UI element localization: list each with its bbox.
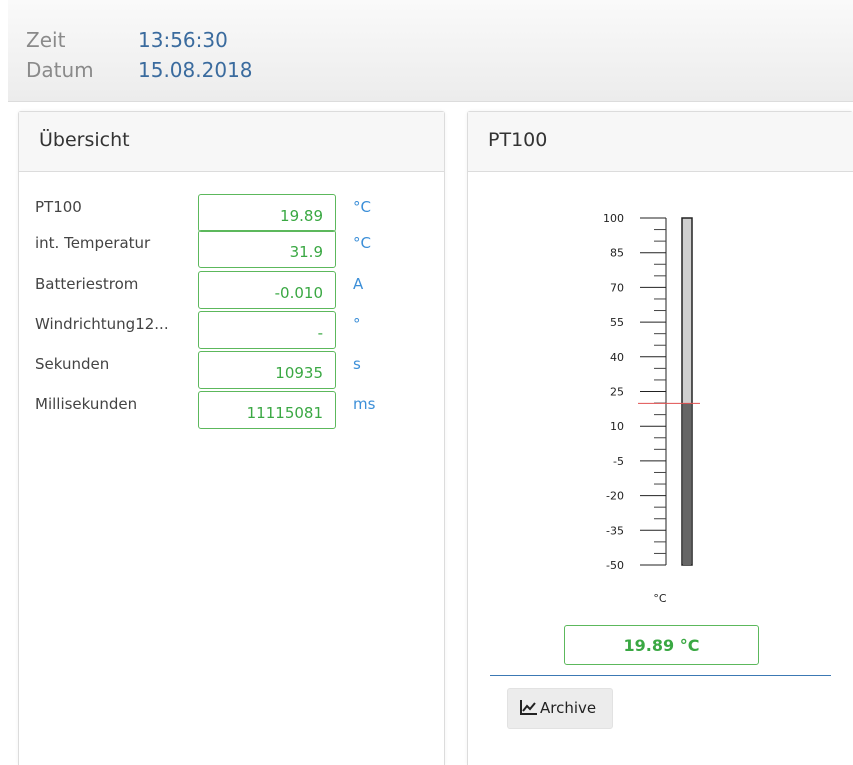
gauge-tick-label: -50: [606, 559, 624, 572]
overview-row: Batteriestrom -0.010 A: [19, 271, 439, 315]
row-label: PT100: [35, 198, 82, 216]
row-value: 31.9: [198, 230, 336, 268]
row-label: Batteriestrom: [35, 275, 139, 293]
row-value: -0.010: [198, 271, 336, 309]
row-label: Windrichtung12...: [35, 315, 169, 333]
row-value: 10935: [198, 351, 336, 389]
pt100-value-display: 19.89 °C: [564, 625, 759, 665]
pt100-panel: PT100 100 85 70 55 40 25 10 -5 -20 -35 -50 °C 19.89…: [467, 111, 853, 765]
gauge-tick-label: 100: [603, 212, 624, 225]
date-value: 15.08.2018: [138, 58, 253, 82]
line-chart-icon: [520, 700, 537, 715]
overview-panel: Übersicht PT100 19.89 °C int. Temperatur 31.…: [18, 111, 445, 765]
gauge-tick-label: 85: [610, 247, 624, 260]
row-label: Sekunden: [35, 355, 110, 373]
row-value: 19.89: [198, 194, 336, 232]
date-label: Datum: [26, 58, 94, 82]
row-unit: °: [353, 315, 361, 333]
overview-row: Sekunden 10935 s: [19, 351, 439, 395]
time-row: Zeit 13:56:30: [26, 28, 228, 52]
row-unit: °C: [353, 198, 371, 216]
gauge-tick-label: 10: [610, 420, 624, 433]
overview-row: Windrichtung12... - °: [19, 311, 439, 355]
archive-label: Archive: [540, 699, 597, 717]
divider: [490, 675, 831, 676]
row-label: int. Temperatur: [35, 234, 151, 252]
top-status-bar: Zeit 13:56:30 Datum 15.08.2018: [8, 0, 853, 102]
overview-rows: PT100 19.89 °C int. Temperatur 31.9 °C Batteri…: [19, 112, 444, 765]
date-row: Datum 15.08.2018: [26, 58, 253, 82]
row-unit: °C: [353, 234, 371, 252]
row-label: Millisekunden: [35, 395, 138, 413]
gauge-tick-label: 40: [610, 351, 624, 364]
archive-button[interactable]: Archive: [507, 688, 613, 729]
row-unit: A: [353, 275, 364, 293]
row-value: 11115081: [198, 391, 336, 429]
gauge-tick-label: 70: [610, 281, 624, 294]
overview-row: Millisekunden 11115081 ms: [19, 391, 439, 435]
overview-row: int. Temperatur 31.9 °C: [19, 230, 439, 274]
gauge-unit-label: °C: [653, 592, 667, 605]
gauge-tick-label: -20: [606, 490, 624, 503]
time-value: 13:56:30: [138, 28, 228, 52]
time-label: Zeit: [26, 28, 66, 52]
gauge-fill: [683, 403, 691, 565]
row-value: -: [198, 311, 336, 349]
gauge-tick-label: -5: [613, 455, 624, 468]
row-unit: s: [353, 355, 361, 373]
gauge-tick-label: 55: [610, 316, 624, 329]
gauge-tick-label: 25: [610, 386, 624, 399]
row-unit: ms: [353, 395, 376, 413]
thermometer-gauge: 100 85 70 55 40 25 10 -5 -20 -35 -50 °C: [603, 212, 700, 605]
gauge-tick-label: -35: [606, 524, 624, 537]
